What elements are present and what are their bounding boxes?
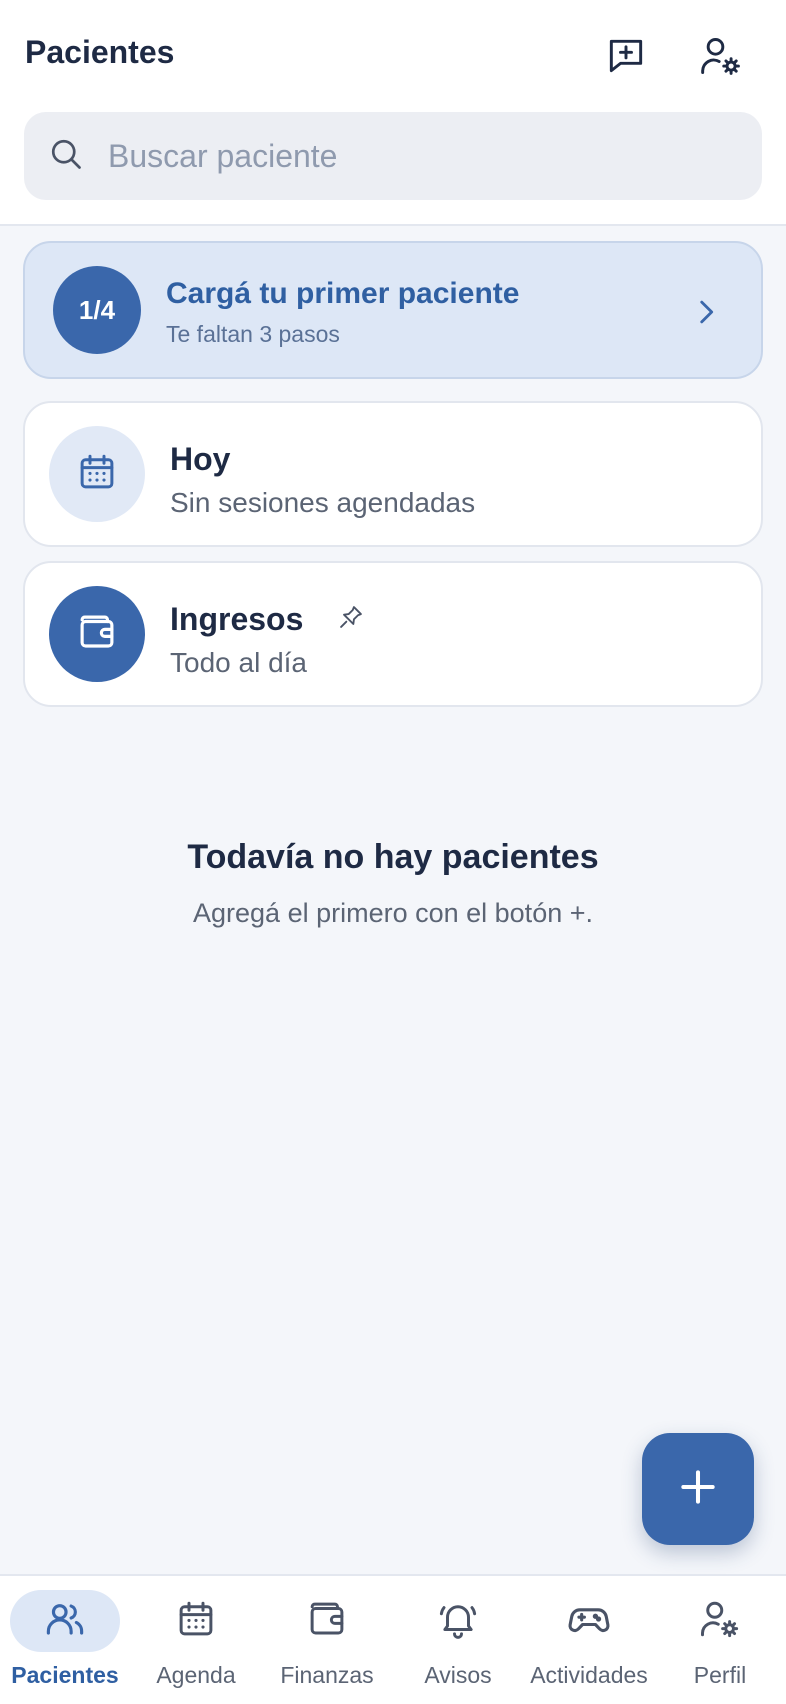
bell-icon: [437, 1598, 479, 1645]
user-settings-icon: [699, 1598, 741, 1645]
calendar-icon: [76, 451, 118, 498]
search-bar[interactable]: [24, 112, 762, 200]
plus-icon: [676, 1465, 720, 1514]
nav-item-agenda-icon-wrap: [141, 1590, 251, 1652]
income-icon-circle: [49, 586, 145, 682]
nav-item-label: Perfil: [693, 1662, 747, 1688]
user-settings-icon: [699, 34, 743, 83]
today-icon-circle: [49, 426, 145, 522]
chevron-right-icon: [689, 295, 723, 334]
nav-item-finanzas-icon-wrap: [272, 1590, 382, 1652]
page-title: Pacientes: [25, 34, 175, 70]
nav-item-label: Finanzas: [280, 1662, 374, 1688]
empty-state-title: Todavía no hay pacientes: [187, 838, 599, 876]
income-card[interactable]: Ingresos Todo al día: [23, 561, 763, 707]
nav-item-perfil-icon-wrap: [665, 1590, 775, 1652]
today-subtitle: Sin sesiones agendadas: [170, 487, 476, 518]
onboarding-step-badge: 1/4: [53, 266, 141, 354]
nav-item-pacientes-icon-wrap: [10, 1590, 120, 1652]
onboarding-subtitle: Te faltan 3 pasos: [166, 321, 340, 347]
income-subtitle: Todo al día: [170, 647, 307, 678]
income-title: Ingresos: [170, 601, 304, 637]
onboarding-title: Cargá tu primer paciente: [166, 277, 520, 310]
new-message-button[interactable]: [602, 34, 650, 82]
nav-item-label: Agenda: [156, 1662, 236, 1688]
nav-item-avisos-icon-wrap: [403, 1590, 513, 1652]
nav-item-label: Actividades: [530, 1662, 648, 1688]
nav-item-actividades-icon-wrap: [534, 1590, 644, 1652]
onboarding-card[interactable]: 1/4 Cargá tu primer paciente Te faltan 3…: [23, 241, 763, 379]
users-icon: [44, 1598, 86, 1645]
nav-item-pacientes[interactable]: Pacientes: [0, 1590, 130, 1700]
wallet-icon: [76, 611, 118, 658]
user-settings-button[interactable]: [697, 34, 745, 82]
nav-item-agenda[interactable]: Agenda: [131, 1590, 261, 1700]
calendar-icon: [175, 1598, 217, 1645]
app-root: Pacientes Buscar paciente 1/4 Cargá tu p…: [0, 0, 786, 1704]
add-patient-button[interactable]: [642, 1433, 754, 1545]
today-card[interactable]: Hoy Sin sesiones agendadas: [23, 401, 763, 547]
message-plus-icon: [604, 34, 648, 83]
nav-item-perfil[interactable]: Perfil: [655, 1590, 785, 1700]
bottom-nav: Pacientes Agenda Finanzas Avisos Activid…: [0, 1574, 786, 1704]
nav-item-avisos[interactable]: Avisos: [393, 1590, 523, 1700]
search-input[interactable]: [108, 137, 708, 175]
nav-item-actividades[interactable]: Actividades: [524, 1590, 654, 1700]
nav-item-label: Avisos: [424, 1662, 492, 1688]
pin-icon[interactable]: [337, 603, 365, 636]
nav-item-label: Pacientes: [11, 1662, 119, 1688]
today-title: Hoy: [170, 441, 231, 477]
header: Pacientes: [0, 0, 786, 226]
nav-item-finanzas[interactable]: Finanzas: [262, 1590, 392, 1700]
gamepad-icon: [567, 1597, 611, 1646]
wallet-icon: [306, 1598, 348, 1645]
search-icon: [48, 136, 84, 177]
empty-state-subtitle: Agregá el primero con el botón +.: [193, 898, 593, 928]
